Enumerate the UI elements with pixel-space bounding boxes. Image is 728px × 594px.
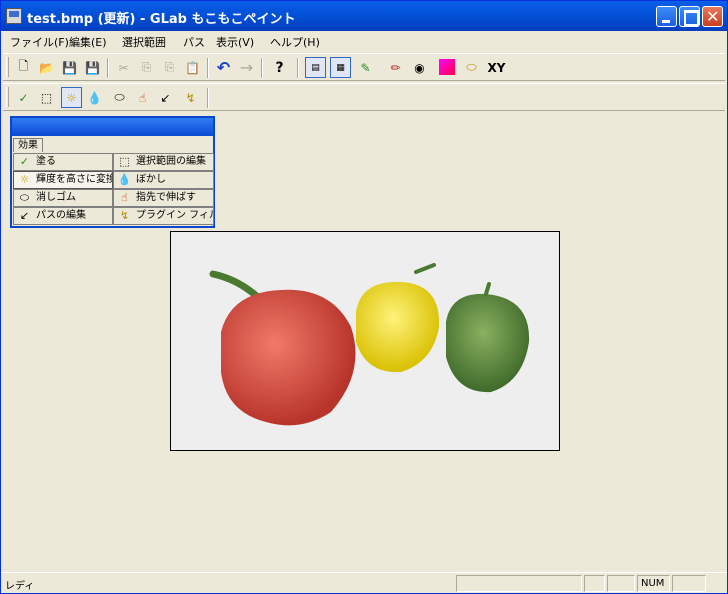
toolbar-grip[interactable] (6, 87, 9, 107)
help-button[interactable]: ? (269, 57, 290, 78)
color-swatch-icon[interactable] (439, 59, 455, 75)
peppers-image (209, 263, 530, 426)
app-icon[interactable] (6, 8, 22, 24)
brush-icon: ✓ (19, 155, 30, 168)
status-pane (607, 575, 635, 592)
xy-button[interactable]: XY (486, 57, 507, 78)
eraser-tool-icon[interactable]: ⬭ (109, 87, 130, 108)
layout-icon[interactable]: ▦ (330, 57, 351, 78)
drop-icon: 💧 (117, 173, 132, 186)
app-window: test.bmp (更新) - GLab もこもこペイント ✕ ファイル(F) … (0, 0, 728, 594)
selection-icon: ⬚ (119, 155, 130, 168)
palette-item-label: 選択範囲の編集 (136, 156, 206, 167)
minimize-button[interactable] (656, 6, 677, 27)
toolbar-separator (207, 58, 209, 78)
redo-icon[interactable]: → (236, 57, 257, 78)
toolbar-separator (107, 58, 109, 78)
undo-icon[interactable]: ↶ (213, 57, 234, 78)
palette-item-label: 輝度を高さに変換 (36, 174, 113, 185)
status-pane (672, 575, 706, 592)
palette-item-label: パスの編集 (36, 210, 86, 221)
open-folder-icon[interactable]: 📂 (36, 57, 57, 78)
palette-item-label: プラグイン フィルター (136, 210, 213, 221)
status-text: レディ (5, 581, 35, 592)
num-lock-indicator: NUM (637, 575, 670, 592)
select-tool-icon[interactable]: ⬚ (36, 87, 57, 108)
toolbar-separator (297, 58, 299, 78)
toolbar-separator (207, 88, 209, 108)
blur-tool-icon[interactable]: 💧 (84, 87, 105, 108)
path-tool-icon[interactable]: ↙ (155, 87, 176, 108)
menu-file[interactable]: ファイル(F) (10, 34, 69, 50)
effects-palette: 効果 ✓ 塗る ⬚ 選択範囲の編集 ☼ 輝度を高さに変換 💧 ぼかし ⬭ 消しゴム ☝ 指先… (10, 116, 215, 228)
main-toolbar: 🗋 📂 💾 💾 ✂ ⎘ ⎘ 📋 ↶ → ? ▤ ▦ ✎ ✏ ◉ ⬭ XY (3, 53, 725, 81)
palette-item-label: ぼかし (136, 174, 166, 185)
paste-icon[interactable]: 📋 (182, 57, 203, 78)
sun-icon: ☼ (19, 173, 30, 186)
save-icon[interactable]: 💾 (59, 57, 80, 78)
palette-path-edit-button[interactable]: ↙ パスの編集 (13, 207, 113, 225)
menu-help[interactable]: ヘルプ(H) (270, 34, 320, 50)
menu-path[interactable]: パス (183, 34, 205, 50)
toolbar-grip[interactable] (6, 57, 9, 77)
status-pane (456, 575, 582, 592)
save-as-icon[interactable]: 💾 (82, 57, 103, 78)
paint-tool-icon[interactable]: ✓ (13, 87, 34, 108)
palette-brightness-button[interactable]: ☼ 輝度を高さに変換 (13, 171, 113, 189)
palette-blur-button[interactable]: 💧 ぼかし (113, 171, 214, 189)
menu-bar: ファイル(F) 編集(E) 選択範囲 パス 表示(V) ヘルプ(H) (1, 31, 727, 51)
menu-edit[interactable]: 編集(E) (69, 34, 107, 50)
copy-icon[interactable]: ⎘ (136, 57, 157, 78)
color-wheel-icon[interactable]: ◉ (409, 57, 430, 78)
menu-view[interactable]: 表示(V) (216, 34, 254, 50)
texture-icon[interactable]: ⬭ (461, 57, 482, 78)
smudge-tool-icon[interactable]: ☝ (132, 87, 153, 108)
palette-selection-edit-button[interactable]: ⬚ 選択範囲の編集 (113, 153, 214, 171)
toolbar-separator (261, 58, 263, 78)
grid-icon[interactable]: ▤ (305, 57, 326, 78)
palette-item-label: 指先で伸ばす (136, 192, 196, 203)
tab-effects[interactable]: 効果 (13, 138, 43, 152)
cut-icon[interactable]: ✂ (113, 57, 134, 78)
close-button[interactable]: ✕ (702, 6, 723, 27)
plugin-icon: ↯ (119, 209, 130, 222)
tools-toolbar: ✓ ⬚ ☼ 💧 ⬭ ☝ ↙ ↯ (3, 83, 725, 111)
palette-smudge-button[interactable]: ☝ 指先で伸ばす (113, 189, 214, 207)
finger-icon: ☝ (121, 191, 128, 204)
eraser-icon: ⬭ (19, 191, 30, 204)
palette-item-label: 消しゴム (36, 192, 76, 203)
path-icon: ↙ (19, 209, 30, 222)
palette-paint-button[interactable]: ✓ 塗る (13, 153, 113, 171)
palette-plugin-filter-button[interactable]: ↯ プラグイン フィルター (113, 207, 214, 225)
palette-title-bar[interactable] (12, 118, 213, 136)
copy-merge-icon[interactable]: ⎘ (159, 57, 180, 78)
new-file-icon[interactable]: 🗋 (13, 57, 34, 78)
window-title: test.bmp (更新) - GLab もこもこペイント (27, 12, 296, 27)
close-icon: ✕ (706, 7, 720, 26)
menu-selection[interactable]: 選択範囲 (122, 34, 166, 50)
palette-item-label: 塗る (36, 156, 56, 167)
status-bar: レディ NUM (1, 572, 727, 593)
maximize-button[interactable] (679, 6, 700, 27)
palette-eraser-button[interactable]: ⬭ 消しゴム (13, 189, 113, 207)
brightness-tool-icon[interactable]: ☼ (61, 87, 82, 108)
paint-color-icon[interactable]: ✏ (385, 57, 406, 78)
plugin-tool-icon[interactable]: ↯ (180, 87, 201, 108)
status-pane (584, 575, 605, 592)
image-canvas[interactable] (170, 231, 560, 451)
brush-settings-icon[interactable]: ✎ (355, 57, 376, 78)
title-bar[interactable]: test.bmp (更新) - GLab もこもこペイント ✕ (1, 1, 727, 31)
